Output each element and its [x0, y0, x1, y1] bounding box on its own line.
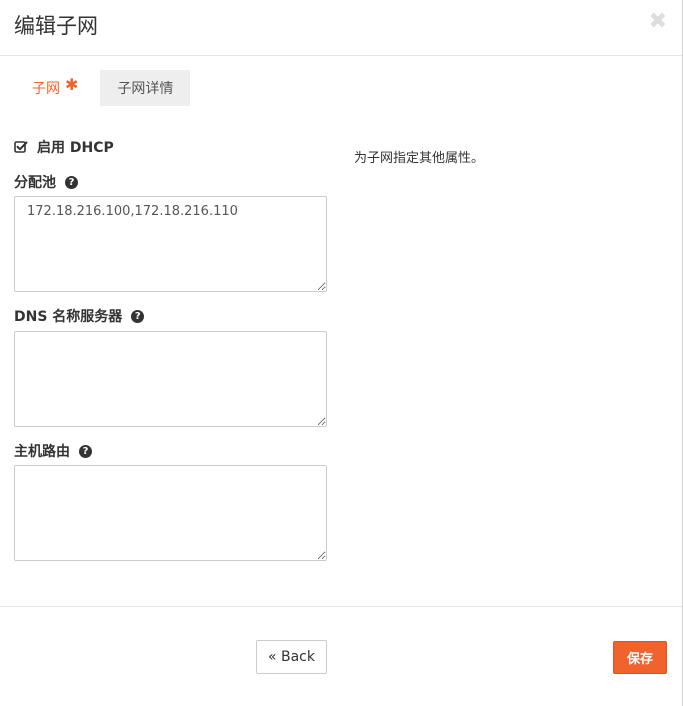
tab-subnet-details-label: 子网详情	[117, 81, 174, 97]
question-circle-icon[interactable]: ?	[131, 309, 145, 323]
tab-subnet[interactable]: 子网 ✱	[15, 70, 95, 106]
dhcp-checkbox-row[interactable]: 启用 DHCP	[14, 137, 114, 157]
edit-subnet-modal: 编辑子网 ✖ 子网 ✱ 子网详情 启用 DHCP 分配池 ? DNS 名称服务器…	[0, 0, 683, 706]
footer-divider	[0, 606, 682, 607]
close-icon[interactable]: ✖	[649, 10, 667, 34]
allocation-pools-label-row: 分配池 ?	[14, 172, 78, 192]
tab-subnet-details[interactable]: 子网详情	[100, 70, 191, 106]
help-description: 为子网指定其他属性。	[354, 151, 485, 166]
allocation-pools-label: 分配池	[14, 175, 56, 191]
allocation-pools-textarea[interactable]	[14, 196, 327, 292]
dns-servers-textarea[interactable]	[14, 331, 327, 427]
dns-servers-label: DNS 名称服务器	[14, 309, 123, 325]
tab-subnet-label: 子网	[32, 81, 60, 97]
dhcp-label: 启用 DHCP	[37, 140, 114, 156]
dns-servers-label-row: DNS 名称服务器 ?	[14, 306, 145, 326]
host-routes-textarea[interactable]	[14, 465, 327, 561]
asterisk-icon: ✱	[65, 74, 79, 94]
question-circle-icon[interactable]: ?	[79, 444, 92, 458]
checkbox-checked-icon[interactable]	[14, 140, 28, 154]
modal-header: 编辑子网 ✖	[0, 0, 682, 56]
save-button[interactable]: 保存	[613, 641, 667, 674]
host-routes-label: 主机路由	[14, 444, 70, 460]
modal-title: 编辑子网	[14, 14, 98, 38]
tab-bar: 子网 ✱ 子网详情	[15, 70, 191, 106]
back-button[interactable]: « Back	[256, 640, 327, 674]
host-routes-label-row: 主机路由 ?	[14, 441, 92, 461]
question-circle-icon[interactable]: ?	[65, 175, 78, 189]
